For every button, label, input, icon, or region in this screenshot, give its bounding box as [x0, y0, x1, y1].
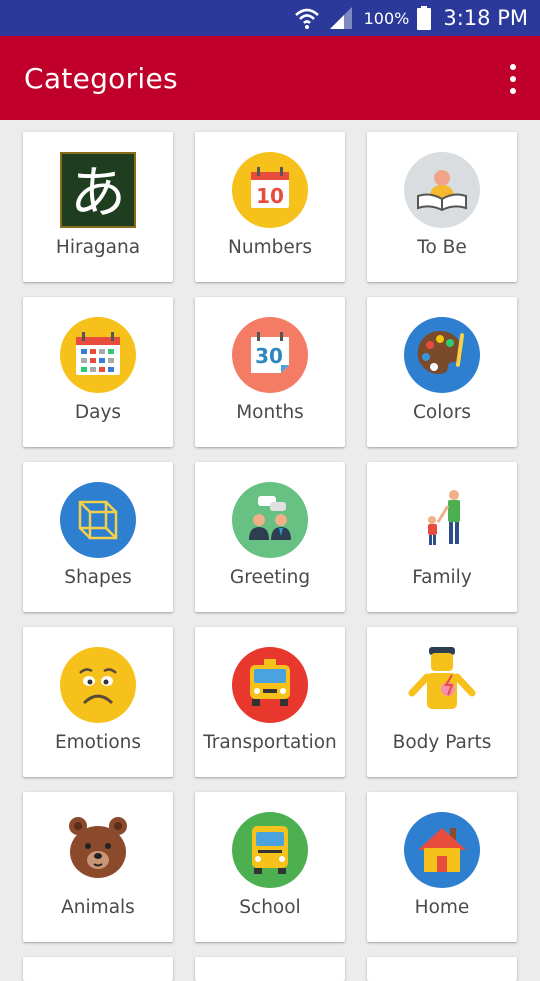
category-label: Transportation [203, 732, 337, 753]
taxi-icon [232, 647, 308, 723]
battery-icon [417, 6, 432, 30]
category-card-home[interactable]: Home [367, 792, 517, 942]
family-icon [404, 482, 480, 558]
clock: 3:18 PM [443, 6, 528, 30]
category-card-months[interactable]: 30 Months [195, 297, 345, 447]
reader-icon [404, 152, 480, 228]
category-label: Shapes [64, 567, 132, 588]
overflow-menu-icon[interactable] [506, 64, 520, 94]
category-label: Family [412, 567, 472, 588]
school-bus-icon [232, 812, 308, 888]
status-bar: 100% 3:18 PM [0, 0, 540, 36]
calendar-number: 30 [255, 344, 283, 368]
hiragana-icon: あ [60, 152, 136, 228]
category-grid: あ Hiragana 10 Numbers To Be Days 30 Mont… [23, 132, 517, 942]
page-title: Categories [24, 61, 178, 95]
category-card-body-parts[interactable]: Body Parts [367, 627, 517, 777]
category-card-animals[interactable]: Animals [23, 792, 173, 942]
category-card-emotions[interactable]: Emotions [23, 627, 173, 777]
calendar-30-icon: 30 [232, 317, 308, 393]
category-label: Hiragana [55, 237, 141, 258]
category-card-hiragana[interactable]: あ Hiragana [23, 132, 173, 282]
signal-icon [328, 6, 354, 30]
app-bar: Categories [0, 36, 540, 120]
calendar-10-icon: 10 [232, 152, 308, 228]
category-card-transportation[interactable]: Transportation [195, 627, 345, 777]
category-label: Home [414, 897, 470, 918]
category-label: Greeting [229, 567, 311, 588]
category-label: Months [236, 402, 304, 423]
calendar-number: 10 [256, 184, 284, 208]
people-chat-icon [232, 482, 308, 558]
category-card-partial[interactable] [23, 957, 173, 981]
category-card-shapes[interactable]: Shapes [23, 462, 173, 612]
category-card-greeting[interactable]: Greeting [195, 462, 345, 612]
category-label: To Be [417, 237, 467, 258]
hiragana-glyph: あ [70, 161, 126, 226]
category-card-colors[interactable]: Colors [367, 297, 517, 447]
category-label: Animals [61, 897, 135, 918]
category-card-family[interactable]: Family [367, 462, 517, 612]
category-card-school[interactable]: School [195, 792, 345, 942]
category-card-days[interactable]: Days [23, 297, 173, 447]
house-icon [404, 812, 480, 888]
category-card-partial[interactable] [195, 957, 345, 981]
category-card-to-be[interactable]: To Be [367, 132, 517, 282]
palette-icon [404, 317, 480, 393]
category-label: Numbers [228, 237, 312, 258]
category-label: Colors [413, 402, 471, 423]
calendar-grid-icon [60, 317, 136, 393]
category-label: School [239, 897, 301, 918]
category-label: Body Parts [392, 732, 492, 753]
next-row-partial [23, 957, 517, 981]
category-label: Emotions [54, 732, 142, 753]
bear-icon [60, 812, 136, 888]
category-card-numbers[interactable]: 10 Numbers [195, 132, 345, 282]
sad-face-icon [60, 647, 136, 723]
battery-percent: 100% [363, 8, 410, 28]
wifi-icon [294, 6, 320, 30]
body-icon [404, 647, 480, 723]
category-label: Days [74, 402, 122, 423]
cube-icon [60, 482, 136, 558]
category-card-partial[interactable] [367, 957, 517, 981]
